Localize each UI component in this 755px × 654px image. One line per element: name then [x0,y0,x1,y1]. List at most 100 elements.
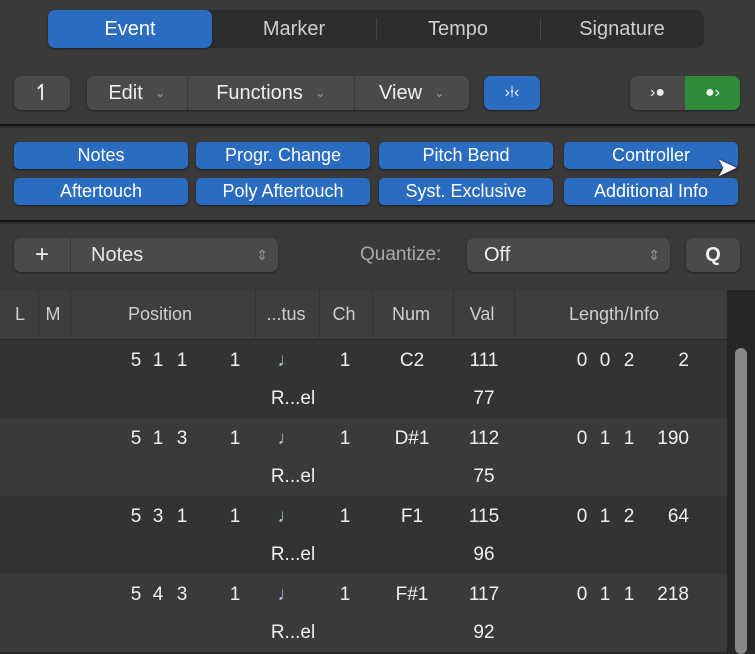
add-event-button[interactable]: + [14,238,71,272]
position-tick: 1 [229,506,241,527]
chevron-updown-icon: ⇕ [648,246,660,263]
channel: 1 [339,428,351,449]
status-sub: R...el [270,544,316,565]
channel: 1 [339,350,351,371]
length-tick: 2 [678,350,689,371]
position-bar: 5 [130,584,142,605]
length-division: 2 [623,350,635,371]
quantize-button[interactable]: Q [686,238,740,272]
column-m[interactable]: M [46,304,61,325]
release-velocity: 96 [473,544,495,565]
position-beat: 3 [152,506,164,527]
position-beat: 4 [152,584,164,605]
position-bar: 5 [130,350,142,371]
event-list-header: L M Position ...tus Ch Num Val Length/In… [0,290,727,340]
status-sub: R...el [270,622,316,643]
create-bar: + Notes ⇕ Quantize: Off ⇕ Q [0,224,755,290]
length-beat: 1 [599,428,611,449]
note-icon: ♩ [277,428,297,449]
channel: 1 [339,506,351,527]
midi-in-icon: ›● [650,84,665,101]
length-beat: 0 [599,350,611,371]
filter-additional-info[interactable]: Additional Info [564,178,738,205]
column-length-info[interactable]: Length/Info [569,304,659,325]
note-icon: ♩ [277,350,297,371]
length-bar: 0 [576,584,588,605]
event-row[interactable]: 5 1 3 1 ♩ 1 D#1 112 0 1 1 R...el 75 190 [0,418,727,496]
event-row[interactable]: 5 4 3 1 ♩ 1 F#1 117 0 1 1 R...el 92 218 [0,574,727,652]
parent-level-button[interactable]: ↿ [14,76,70,110]
note-icon: ♩ [277,584,297,605]
tab-event[interactable]: Event [48,10,212,48]
position-bar: 5 [130,506,142,527]
column-channel[interactable]: Ch [332,304,355,325]
event-type-filters: Notes Progr. Change Pitch Bend Controlle… [0,128,755,222]
release-velocity: 92 [473,622,495,643]
functions-menu[interactable]: Functions ⌄ [188,76,355,110]
chevron-down-icon: ⌄ [314,85,326,100]
status-sub: R...el [270,388,316,409]
filter-sysex[interactable]: Syst. Exclusive [379,178,553,205]
length-bar: 0 [576,350,588,371]
midi-out-button[interactable]: ●› [685,76,740,110]
length-division: 1 [623,428,635,449]
view-menu[interactable]: View ⌄ [355,76,469,110]
tab-signature[interactable]: Signature [540,10,704,48]
event-row[interactable]: 5 1 1 1 ♩ 1 C2 111 0 0 2 R...el 77 2 [0,340,727,418]
midi-in-button[interactable]: ›● [630,76,685,110]
quantize-select[interactable]: Off ⇕ [467,238,670,272]
event-row[interactable]: 5 3 1 1 ♩ 1 F1 115 0 1 2 R...el 96 64 [0,496,727,574]
filter-poly-aftertouch[interactable]: Poly Aftertouch [196,178,370,205]
position-bar: 5 [130,428,142,449]
column-status[interactable]: ...tus [266,304,305,325]
position-division: 1 [176,506,188,527]
top-toolbar: Event Marker Tempo Signature ↿ Edit ⌄ Fun… [0,0,755,126]
position-beat: 1 [152,350,164,371]
position-division: 3 [176,584,188,605]
position-division: 1 [176,350,188,371]
length-division: 2 [623,506,635,527]
note-icon: ♩ [277,506,297,527]
release-velocity: 77 [473,388,495,409]
quantize-label: Quantize: [360,244,442,265]
length-bar: 0 [576,506,588,527]
tab-marker[interactable]: Marker [212,10,376,48]
position-tick: 1 [229,428,241,449]
length-bar: 0 [576,428,588,449]
filter-notes[interactable]: Notes [14,142,188,169]
arrow-up-turn-icon: ↿ [32,80,52,105]
position-division: 3 [176,428,188,449]
note-number: D#1 [394,428,430,449]
mouse-cursor-icon: ➤ [716,152,738,182]
edit-menu[interactable]: Edit ⌄ [87,76,188,110]
chevron-down-icon: ⌄ [154,85,166,100]
length-tick: 218 [657,584,689,605]
status-sub: R...el [270,466,316,487]
column-val[interactable]: Val [470,304,495,325]
column-position[interactable]: Position [128,304,192,325]
column-num[interactable]: Num [392,304,430,325]
catch-button[interactable]: ›⍿‹ [484,76,540,110]
note-number: F1 [400,506,424,527]
velocity: 115 [468,506,500,527]
scrollbar-thumb[interactable] [735,348,747,654]
catch-playhead-icon: ›⍿‹ [504,84,520,101]
length-tick: 64 [667,506,689,527]
velocity: 111 [469,350,499,371]
filter-controller[interactable]: Controller [564,142,738,169]
note-number: F#1 [395,584,429,605]
length-beat: 1 [599,506,611,527]
view-tabs: Event Marker Tempo Signature [48,10,704,48]
tab-tempo[interactable]: Tempo [376,10,540,48]
position-tick: 1 [229,350,241,371]
note-number: C2 [399,350,425,371]
filter-aftertouch[interactable]: Aftertouch [14,178,188,205]
length-division: 1 [623,584,635,605]
filter-program-change[interactable]: Progr. Change [196,142,370,169]
column-l[interactable]: L [15,304,25,325]
chevron-down-icon: ⌄ [434,85,445,100]
event-type-select[interactable]: Notes ⇕ [71,238,278,272]
filter-pitch-bend[interactable]: Pitch Bend [379,142,553,169]
midi-out-icon: ●› [705,84,720,101]
length-tick: 190 [657,428,689,449]
